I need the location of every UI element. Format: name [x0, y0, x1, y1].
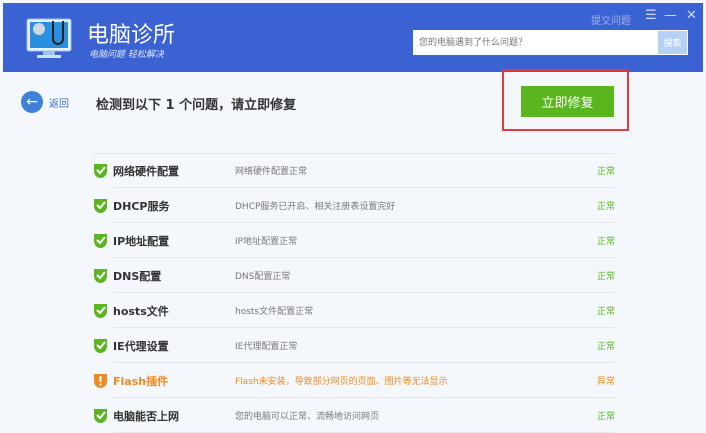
app-subtitle: 电脑问题 轻松解决 — [89, 50, 164, 60]
result-headline: 检测到以下 1 个问题，请立即修复 — [96, 98, 297, 113]
item-description: DNS配置正常 — [235, 272, 291, 282]
item-name: Flash插件 — [113, 375, 169, 388]
item-status: 正常 — [596, 342, 615, 352]
submit-issue-link[interactable]: 提交问题 — [591, 12, 631, 27]
search-button[interactable]: 搜索 — [658, 31, 687, 54]
item-status: 正常 — [596, 412, 615, 422]
item-name: DNS配置 — [113, 270, 162, 283]
item-name: IP地址配置 — [113, 235, 170, 248]
item-description: hosts文件配置正常 — [235, 307, 314, 317]
check-item-row: DHCP服务 DHCP服务已开启、相关注册表设置完好 正常 — [93, 188, 615, 223]
app-title: 电脑诊所 — [87, 23, 176, 48]
check-item-row: 电脑能否上网 您的电脑可以正常、流畅地访问网页 正常 — [93, 398, 615, 433]
item-status: 异常 — [596, 377, 615, 387]
search-input[interactable] — [413, 30, 653, 56]
item-description: DHCP服务已开启、相关注册表设置完好 — [235, 202, 396, 212]
check-item-row: IE代理设置 IE代理配置正常 正常 — [93, 328, 615, 363]
item-description: IE代理配置正常 — [235, 342, 298, 352]
item-status: 正常 — [596, 237, 615, 247]
warning-shield-icon — [94, 374, 107, 388]
back-arrow-icon: ← — [21, 91, 43, 113]
item-name: IE代理设置 — [113, 340, 169, 353]
back-label: 返回 — [49, 98, 69, 110]
item-description: 您的电脑可以正常、流畅地访问网页 — [235, 412, 380, 422]
menu-icon[interactable]: ☰ — [645, 8, 657, 23]
check-item-row: 网络硬件配置 网络硬件配置正常 正常 — [93, 153, 615, 188]
check-shield-icon — [94, 269, 107, 283]
item-description: IP地址配置正常 — [235, 237, 298, 247]
item-name: 网络硬件配置 — [113, 165, 179, 178]
fix-now-button[interactable]: 立即修复 — [521, 86, 614, 117]
item-description: Flash未安装，导致部分网页的页面、图片等无法显示 — [235, 377, 448, 387]
item-status: 正常 — [596, 307, 615, 317]
check-item-row: Flash插件 Flash未安装，导致部分网页的页面、图片等无法显示 异常 — [93, 363, 615, 398]
check-shield-icon — [94, 304, 107, 318]
back-button[interactable]: ← 返回 — [21, 91, 69, 113]
item-status: 正常 — [596, 272, 615, 282]
item-name: hosts文件 — [113, 305, 169, 318]
check-shield-icon — [94, 339, 107, 353]
item-status: 正常 — [596, 202, 615, 212]
check-item-row: IP地址配置 IP地址配置正常 正常 — [93, 223, 615, 258]
check-item-row: hosts文件 hosts文件配置正常 正常 — [93, 293, 615, 328]
monitor-stethoscope-logo-icon — [26, 18, 72, 58]
check-shield-icon — [94, 234, 107, 248]
search-box: 搜索 — [413, 30, 688, 56]
close-icon[interactable]: ✕ — [686, 8, 697, 23]
item-description: 网络硬件配置正常 — [235, 167, 308, 177]
item-status: 正常 — [596, 167, 615, 177]
check-item-row: DNS配置 DNS配置正常 正常 — [93, 258, 615, 293]
check-shield-icon — [94, 409, 107, 423]
minimize-icon[interactable]: — — [664, 8, 677, 23]
check-shield-icon — [94, 164, 107, 178]
check-shield-icon — [94, 199, 107, 213]
item-name: DHCP服务 — [113, 200, 170, 213]
